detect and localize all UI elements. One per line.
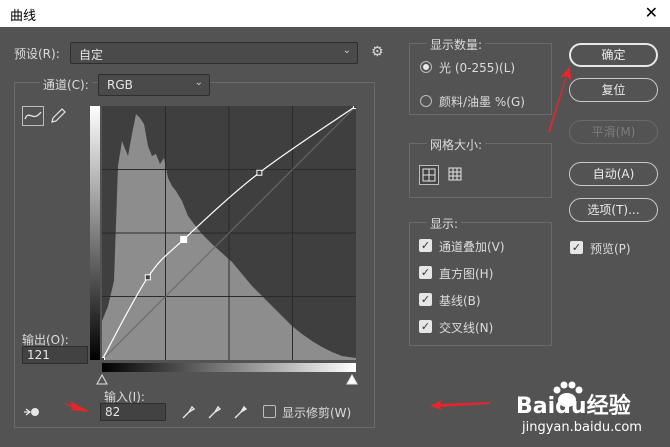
- channel-overlay-checkbox[interactable]: ✓: [419, 239, 432, 252]
- watermark: Baidu经验 jingyan.baidu.com: [516, 378, 666, 444]
- smooth-button[interactable]: 平滑(M): [569, 120, 658, 144]
- show-title: 显示:: [427, 215, 462, 232]
- show-clipping-label: 显示修剪(W): [282, 406, 352, 420]
- targeted-adjustment-icon[interactable]: [22, 404, 42, 420]
- gear-icon[interactable]: ⚙: [371, 44, 384, 60]
- preset-value: 自定: [79, 48, 104, 62]
- channel-overlay-label: 通道叠加(V): [439, 240, 505, 254]
- baseline-label: 基线(B): [439, 294, 481, 308]
- red-arrow-tool: [62, 401, 90, 412]
- curve-control-point[interactable]: [144, 274, 151, 281]
- curve-control-point[interactable]: [353, 106, 357, 109]
- title-bar: 曲线 ✕: [0, 0, 670, 27]
- watermark-url: jingyan.baidu.com: [522, 420, 642, 435]
- light-radio[interactable]: [420, 61, 432, 73]
- grid-size-title: 网格大小:: [427, 136, 486, 153]
- preview-checkbox[interactable]: ✓: [570, 241, 583, 254]
- chevron-down-icon: ⌄: [194, 77, 203, 88]
- output-gradient-bar: [90, 106, 100, 360]
- pigment-label: 颜料/油墨 %(G): [439, 95, 525, 109]
- white-point-slider-icon[interactable]: [346, 374, 358, 386]
- black-eyedropper-icon[interactable]: [180, 404, 196, 420]
- black-point-slider-icon[interactable]: [96, 374, 108, 386]
- options-button[interactable]: 选项(T)...: [569, 198, 658, 222]
- output-field[interactable]: 121: [22, 346, 88, 364]
- histogram-checkbox[interactable]: ✓: [419, 266, 432, 279]
- close-icon[interactable]: ✕: [645, 3, 658, 22]
- light-label: 光 (0-255)(L): [439, 61, 516, 75]
- intersection-line-label: 交叉线(N): [439, 321, 494, 335]
- grid-10x10-button[interactable]: [446, 165, 466, 185]
- chevron-down-icon: ⌄: [342, 45, 351, 56]
- curve-control-point[interactable]: [256, 169, 263, 176]
- grid-4x4-button[interactable]: [419, 165, 439, 185]
- input-value: 82: [105, 405, 121, 419]
- intersection-line-checkbox[interactable]: ✓: [419, 320, 432, 333]
- input-field[interactable]: 82: [100, 403, 166, 421]
- auto-button[interactable]: 自动(A): [569, 162, 658, 186]
- preset-select[interactable]: 自定 ⌄: [70, 42, 358, 64]
- preview-label: 预览(P): [590, 242, 631, 256]
- ok-button[interactable]: 确定: [569, 43, 658, 67]
- curve-graph[interactable]: [102, 106, 356, 360]
- channel-value: RGB: [107, 78, 133, 92]
- red-arrow-ok: [548, 66, 571, 132]
- histogram-label: 直方图(H): [439, 267, 494, 281]
- channel-label: 通道(C):: [40, 76, 92, 93]
- watermark-text: Baidu经验: [516, 394, 631, 419]
- curve-control-point[interactable]: [180, 235, 188, 243]
- channel-select[interactable]: RGB ⌄: [98, 74, 210, 96]
- gray-eyedropper-icon[interactable]: [206, 404, 222, 420]
- show-clipping-checkbox[interactable]: [263, 405, 276, 418]
- baseline-checkbox[interactable]: ✓: [419, 293, 432, 306]
- red-arrow-clipping: [430, 400, 490, 410]
- output-value: 121: [27, 348, 50, 362]
- curve-control-point[interactable]: [102, 357, 105, 361]
- curve-tool-icon[interactable]: [22, 106, 44, 126]
- reset-button[interactable]: 复位: [569, 78, 658, 102]
- pigment-radio[interactable]: [420, 95, 432, 107]
- white-eyedropper-icon[interactable]: [232, 404, 248, 420]
- input-gradient-bar: [102, 363, 356, 372]
- preset-label: 预设(R):: [14, 47, 60, 61]
- show-amount-title: 显示数量:: [427, 36, 486, 53]
- window-title: 曲线: [10, 9, 37, 24]
- pencil-icon[interactable]: [48, 106, 68, 126]
